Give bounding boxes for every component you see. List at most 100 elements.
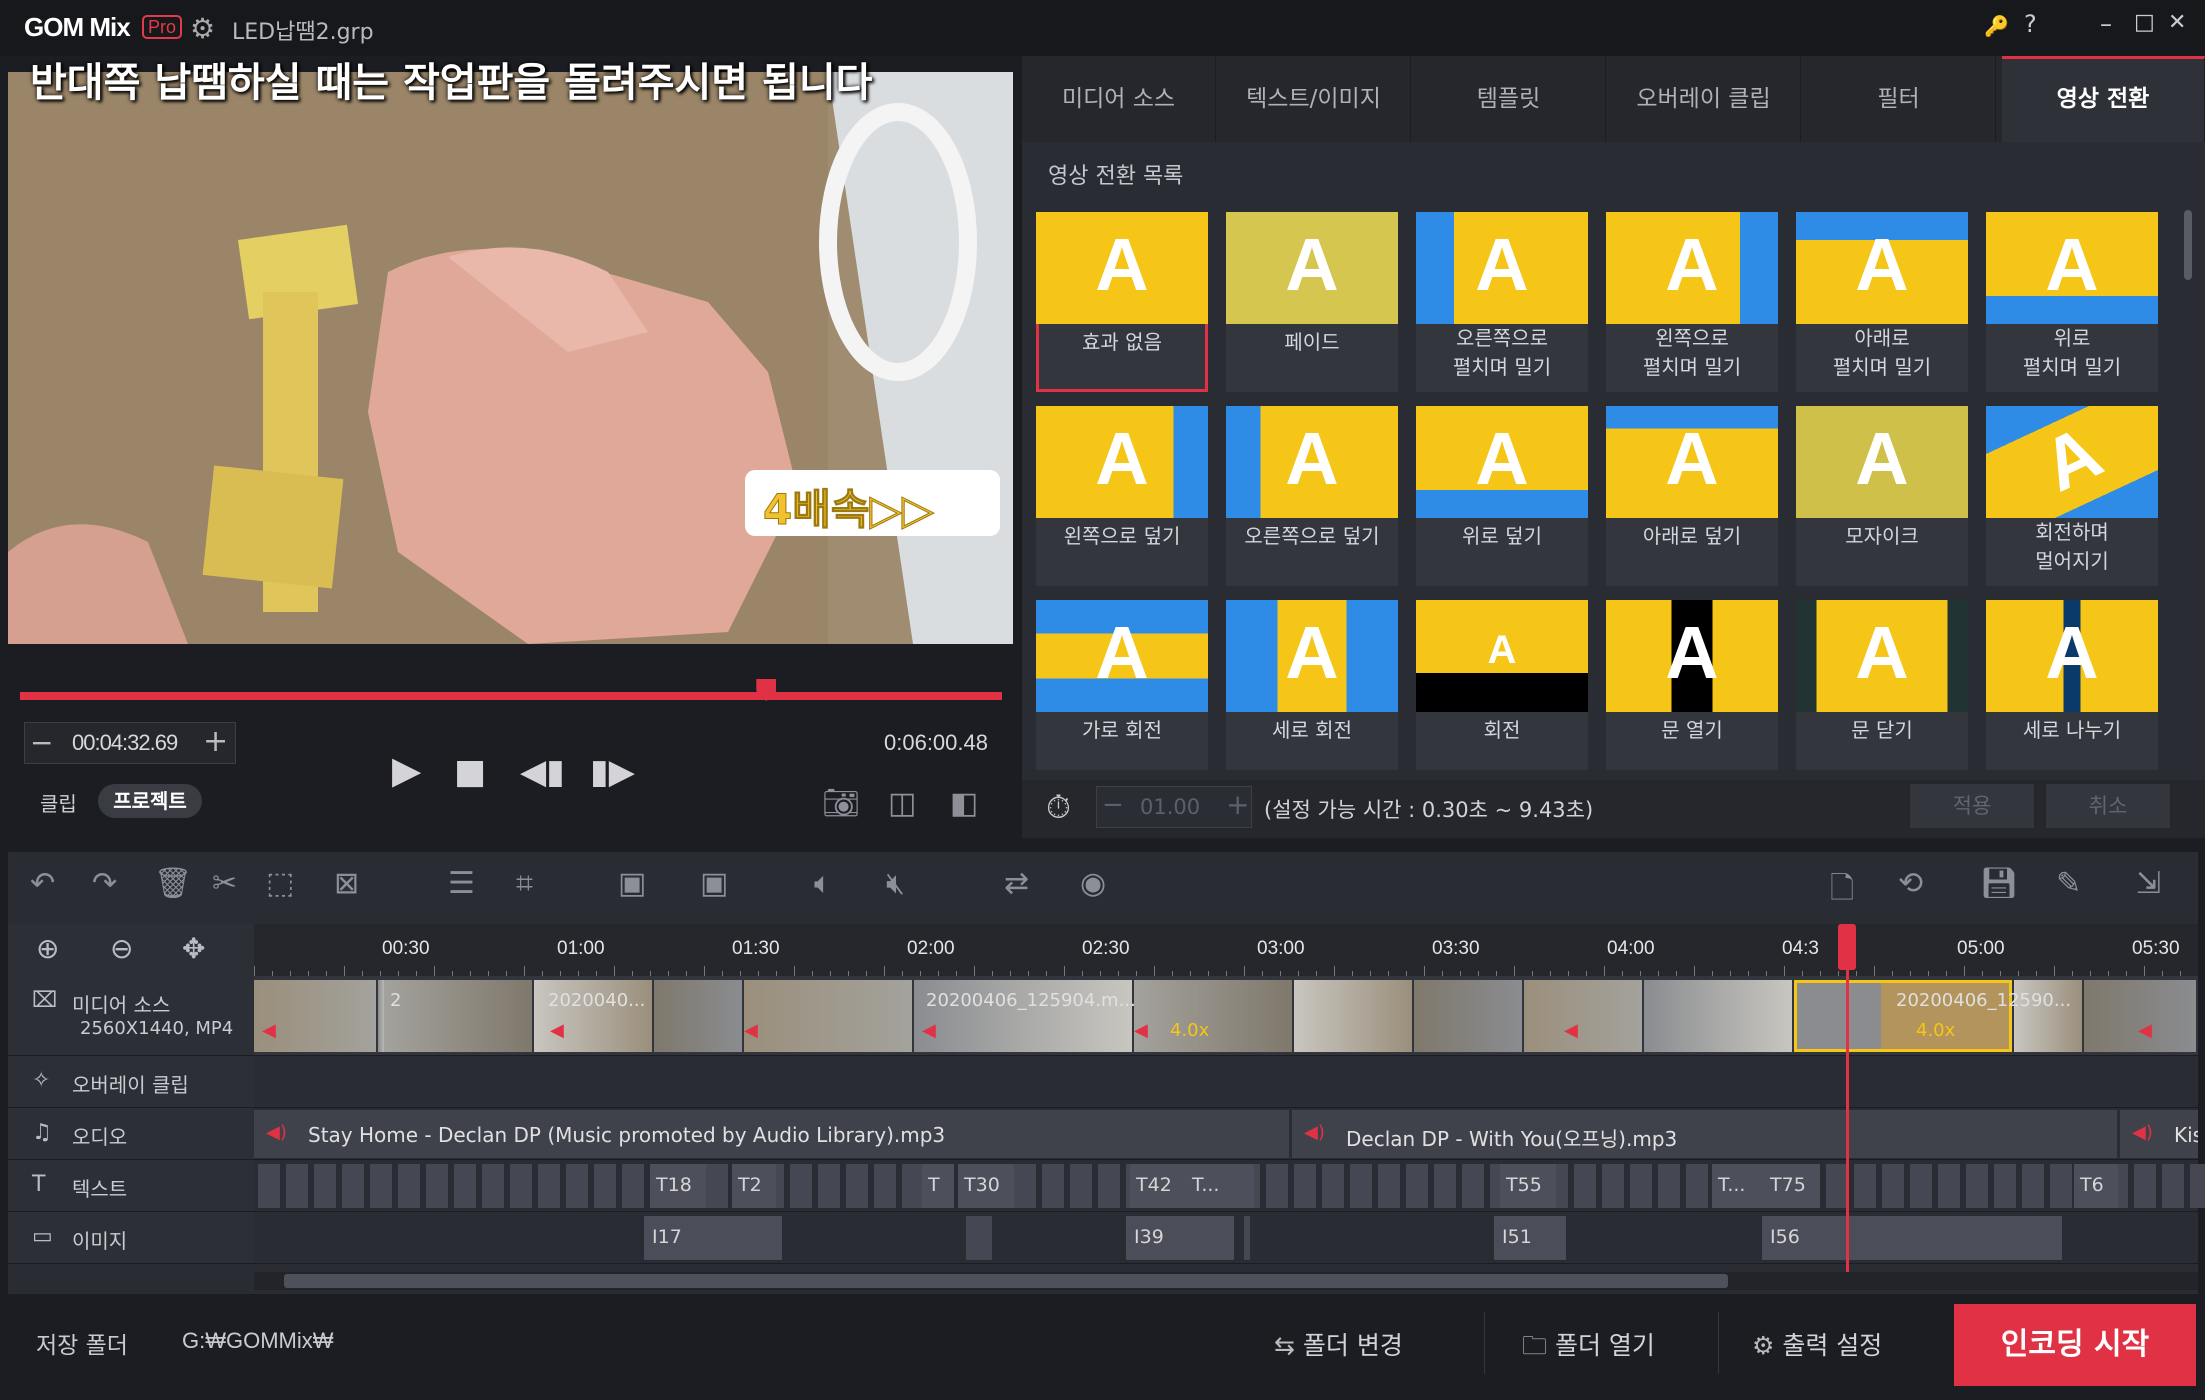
zoom-out-icon[interactable]: ⊖	[110, 932, 133, 965]
duration-increment-button[interactable]: +	[1226, 788, 1249, 821]
text-clip[interactable]	[1826, 1164, 1848, 1208]
media-clip[interactable]	[1294, 980, 1412, 1052]
text-clip[interactable]	[1098, 1164, 1120, 1208]
audio-track[interactable]: ◀) Stay Home - Declan DP (Music promoted …	[254, 1108, 2198, 1160]
time-increment-button[interactable]: +	[203, 724, 228, 759]
text-clip[interactable]: T...	[1186, 1164, 1254, 1208]
play-button[interactable]: ▶	[392, 748, 421, 792]
text-clip[interactable]	[1854, 1164, 1876, 1208]
current-time[interactable]: 00:04:32.69	[72, 730, 178, 756]
transition-tile[interactable]: A 오른쪽으로 펼치며 밀기	[1416, 212, 1588, 392]
audio-clip[interactable]: ◀) Declan DP - With You(오프닝).mp3	[1292, 1110, 2117, 1158]
media-clip[interactable]	[2084, 980, 2196, 1052]
tab-template[interactable]: 템플릿	[1412, 56, 1606, 142]
change-folder-button[interactable]: ⇆ 폴더 변경	[1274, 1326, 1403, 1362]
text-clip[interactable]	[1938, 1164, 1960, 1208]
time-decrement-button[interactable]: −	[30, 726, 53, 759]
text-clip[interactable]	[538, 1164, 560, 1208]
volume-icon[interactable]: 🔈︎	[814, 866, 832, 901]
text-clip[interactable]	[874, 1164, 896, 1208]
tab-text-image[interactable]: 텍스트/이미지	[1217, 56, 1411, 142]
text-track[interactable]: T18 T2 T T30 T42 T... T55 T... T75 T6	[254, 1160, 2205, 1212]
text-clip[interactable]: T42	[1130, 1164, 1186, 1208]
tab-project[interactable]: 프로젝트	[98, 784, 202, 818]
preview-eye-icon[interactable]: ◉	[1080, 866, 1106, 901]
compare-view-icon[interactable]: ◫	[888, 786, 916, 821]
timeline-hscroll-thumb[interactable]	[284, 1274, 1728, 1288]
playhead[interactable]	[1846, 924, 1849, 1272]
text-clip[interactable]	[1462, 1164, 1484, 1208]
mute-icon[interactable]: 🔇︎	[886, 866, 905, 901]
text-clip[interactable]	[1630, 1164, 1652, 1208]
cancel-button[interactable]: 취소	[2046, 784, 2170, 828]
text-clip[interactable]	[258, 1164, 280, 1208]
timeline-ruler[interactable]: 00:30 01:00 01:30 02:00 02:30 03:00 03:30 04:00…	[254, 924, 2198, 976]
text-clip[interactable]	[2022, 1164, 2044, 1208]
text-clip[interactable]	[454, 1164, 476, 1208]
image-clip[interactable]	[966, 1216, 992, 1260]
undo-icon[interactable]: ↶	[30, 866, 55, 901]
text-clip[interactable]	[706, 1164, 728, 1208]
clip-volume-icon[interactable]: ◀	[262, 1020, 276, 1041]
clip-volume-icon[interactable]: ◀	[922, 1020, 936, 1041]
maximize-button[interactable]: □	[2134, 10, 2155, 35]
cut-scissors-icon[interactable]: ✂	[212, 866, 237, 901]
transition-tile[interactable]: A 가로 회전	[1036, 600, 1208, 770]
stop-button[interactable]: ■	[454, 752, 486, 792]
text-clip[interactable]: T30	[958, 1164, 1014, 1208]
image-clip[interactable]: I39	[1126, 1216, 1234, 1260]
image-clip[interactable]	[1244, 1216, 1250, 1260]
help-icon[interactable]: ?	[2024, 10, 2037, 38]
open-folder-button[interactable]: 🗀 폴더 열기	[1522, 1326, 1655, 1370]
snapshot-camera-icon[interactable]: 📷︎	[822, 786, 860, 821]
delete-icon[interactable]: 🗑︎	[154, 866, 192, 901]
redo-icon[interactable]: ↷	[92, 866, 117, 901]
text-clip[interactable]	[2162, 1164, 2184, 1208]
text-clip[interactable]	[342, 1164, 364, 1208]
clip-volume-icon[interactable]: ◀	[2138, 1020, 2152, 1041]
tab-filter[interactable]: 필터	[1802, 56, 1996, 142]
tab-media-source[interactable]: 미디어 소스	[1022, 56, 1216, 142]
transition-tile[interactable]: A 문 닫기	[1796, 600, 1968, 770]
media-clip[interactable]	[254, 980, 376, 1052]
adjust-sliders-icon[interactable]: ☰	[448, 866, 475, 901]
text-clip[interactable]	[398, 1164, 420, 1208]
playhead-handle[interactable]	[1838, 924, 1856, 970]
text-clip[interactable]	[482, 1164, 504, 1208]
text-clip[interactable]	[1406, 1164, 1428, 1208]
audio-clip[interactable]: ◀) Kis	[2120, 1110, 2198, 1158]
save-icon[interactable]: 💾︎	[1980, 866, 2018, 901]
deselect-icon[interactable]: ⊠	[334, 866, 359, 901]
key-icon[interactable]: 🔑	[1984, 14, 2009, 38]
text-clip[interactable]	[622, 1164, 644, 1208]
text-clip[interactable]	[426, 1164, 448, 1208]
zoom-in-icon[interactable]: ⊕	[36, 932, 59, 965]
text-clip[interactable]: T75	[1764, 1164, 1820, 1208]
text-clip[interactable]	[1602, 1164, 1624, 1208]
text-clip[interactable]	[1910, 1164, 1932, 1208]
clip-volume-icon[interactable]: ◀	[550, 1020, 564, 1041]
text-clip[interactable]	[1994, 1164, 2016, 1208]
transition-tile[interactable]: A 세로 나누기	[1986, 600, 2158, 770]
text-clip[interactable]	[1378, 1164, 1400, 1208]
transition-apply-icon[interactable]: ⇄	[1004, 866, 1029, 901]
prev-frame-button[interactable]: ◀▮	[520, 752, 565, 792]
text-clip[interactable]	[1686, 1164, 1708, 1208]
text-clip[interactable]	[902, 1164, 924, 1208]
text-clip[interactable]	[1014, 1164, 1036, 1208]
media-clip[interactable]	[384, 980, 532, 1052]
next-frame-button[interactable]: ▮▶	[590, 752, 635, 792]
audio-clip[interactable]: ◀) Stay Home - Declan DP (Music promoted …	[254, 1110, 1289, 1158]
apply-button[interactable]: 적용	[1910, 784, 2034, 828]
transition-tile[interactable]: A 아래로 펼치며 밀기	[1796, 212, 1968, 392]
text-clip[interactable]	[2190, 1164, 2205, 1208]
text-clip[interactable]	[1350, 1164, 1372, 1208]
save-as-icon[interactable]: ✎	[2056, 866, 2081, 901]
text-clip[interactable]: T18	[650, 1164, 706, 1208]
minimize-button[interactable]: –	[2100, 10, 2112, 38]
seek-bar[interactable]	[20, 692, 1002, 700]
start-encoding-button[interactable]: 인코딩 시작	[1954, 1304, 2196, 1386]
transition-tile[interactable]: A 왼쪽으로 펼치며 밀기	[1606, 212, 1778, 392]
media-clip[interactable]	[744, 980, 912, 1052]
duration-decrement-button[interactable]: −	[1102, 790, 1124, 820]
